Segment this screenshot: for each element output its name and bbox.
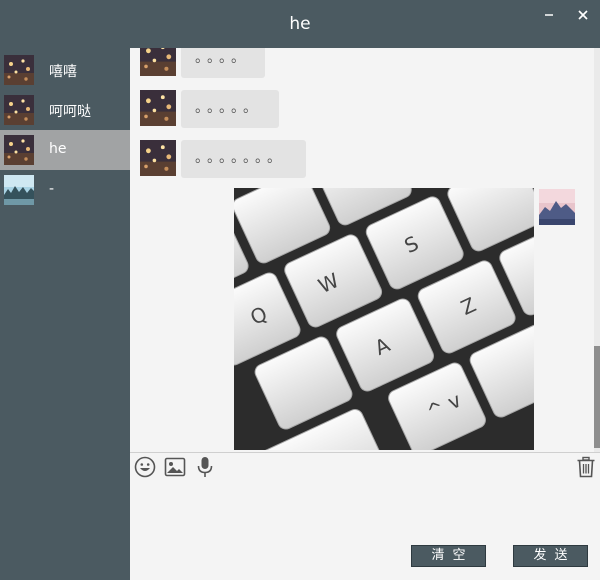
contact-item[interactable]: - [0, 170, 130, 210]
window-title: he [289, 14, 311, 34]
message-bubble: 。。。。。。。 [181, 140, 306, 178]
keyboard-photo-image: WSQ AZ ^ v [234, 188, 534, 450]
minimize-button[interactable] [538, 6, 560, 26]
contact-item[interactable]: 呵呵哒 [0, 90, 130, 130]
night-lights-avatar [140, 90, 176, 126]
night-lights-avatar [4, 55, 34, 85]
image-icon[interactable] [164, 456, 186, 478]
microphone-icon[interactable] [194, 456, 216, 478]
contact-list: 嘻嘻 呵呵哒 he - [0, 48, 130, 580]
mountain-lake-avatar [4, 175, 34, 205]
close-icon [578, 10, 588, 20]
emoji-icon[interactable] [134, 456, 156, 478]
title-bar: he [0, 0, 600, 48]
input-divider [130, 452, 600, 453]
night-lights-avatar [4, 95, 34, 125]
contact-item-active[interactable]: he [0, 130, 130, 170]
contact-name: - [49, 181, 55, 197]
night-lights-avatar [4, 135, 34, 165]
send-button[interactable]: 发送 [513, 545, 588, 567]
keyboard-photo[interactable]: WSQ AZ ^ v [234, 188, 534, 450]
contact-name: 呵呵哒 [49, 104, 91, 120]
minimize-icon [545, 14, 553, 16]
contact-name: 嘻嘻 [49, 64, 77, 80]
message-bubble: 。。。。。 [181, 90, 279, 128]
chat-panel: 。。。。 。。。。。 。。。。。。。 W S Q A Z ^ v 清空 发送 [130, 48, 600, 580]
night-lights-avatar [140, 140, 176, 176]
message-list: 。。。。 。。。。。 。。。。。。。 W S Q A Z ^ v [130, 48, 600, 452]
contact-name: he [49, 141, 67, 157]
clear-button[interactable]: 清空 [411, 545, 486, 567]
scrollbar-thumb[interactable] [594, 346, 600, 448]
close-button[interactable] [572, 6, 594, 26]
chat-scrollbar[interactable] [594, 48, 600, 452]
contact-item[interactable]: 嘻嘻 [0, 50, 130, 90]
trash-icon[interactable] [575, 456, 597, 478]
message-bubble: 。。。。 [181, 48, 265, 78]
my-avatar [539, 189, 575, 225]
message-input[interactable] [130, 482, 600, 546]
night-lights-avatar [140, 48, 176, 76]
